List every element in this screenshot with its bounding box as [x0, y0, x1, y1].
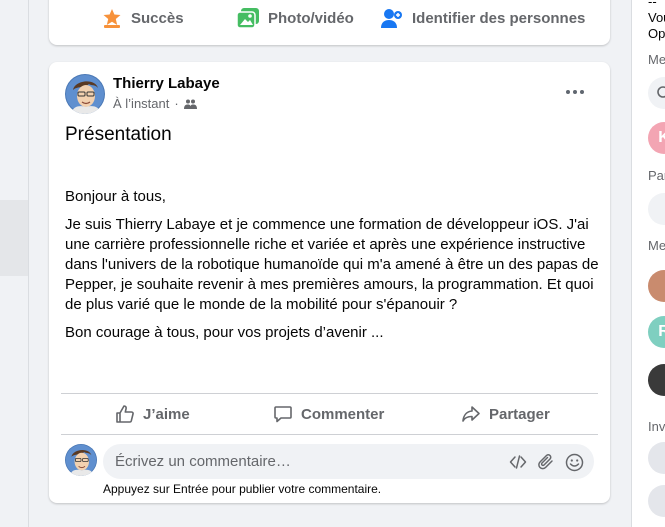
- avatar-illustration-icon: [65, 444, 97, 476]
- member-avatar[interactable]: [648, 442, 665, 474]
- post-paragraph: Je suis Thierry Labaye et je commence un…: [65, 216, 599, 313]
- right-section-label: Me: [648, 52, 665, 67]
- photo-video-button[interactable]: Photo/vidéo: [236, 4, 354, 32]
- more-dot-icon: [566, 90, 570, 94]
- comment-label: Commenter: [301, 405, 385, 423]
- like-button[interactable]: J’aime: [115, 400, 190, 428]
- comment-box: [103, 444, 594, 479]
- tag-people-button[interactable]: Identifier des personnes: [380, 4, 585, 32]
- post-title: Présentation: [65, 124, 172, 145]
- code-icon[interactable]: [508, 452, 528, 472]
- divider: [61, 434, 598, 435]
- share-icon: [462, 406, 480, 422]
- composer-card: Succès Photo/vidéo Identifier des person…: [49, 0, 610, 45]
- member-avatar[interactable]: [648, 193, 665, 225]
- member-avatar[interactable]: [648, 485, 665, 517]
- right-column: -- Vou Op Me K Par Me R Inv: [631, 0, 665, 527]
- commenter-avatar[interactable]: [65, 444, 97, 476]
- right-text-line: Op: [648, 26, 665, 41]
- avatar-illustration-icon: [65, 74, 105, 114]
- emoji-icon[interactable]: [564, 452, 584, 472]
- divider: [61, 393, 598, 394]
- right-section-label: Inv: [648, 419, 665, 434]
- tag-people-icon: [381, 9, 402, 28]
- member-avatar[interactable]: R: [648, 316, 665, 348]
- more-options-button[interactable]: [559, 78, 591, 106]
- meta-separator: ·: [174, 96, 179, 111]
- member-avatar[interactable]: K: [648, 122, 665, 154]
- more-dot-icon: [573, 90, 577, 94]
- comment-hint: Appuyez sur Entrée pour publier votre co…: [103, 482, 382, 496]
- author-avatar[interactable]: [65, 74, 105, 114]
- attachment-icon[interactable]: [536, 452, 556, 472]
- share-label: Partager: [489, 405, 550, 423]
- author-name[interactable]: Thierry Labaye: [113, 75, 220, 92]
- member-avatar[interactable]: [648, 364, 665, 396]
- search-icon: [657, 86, 665, 98]
- right-text-line: Vou: [648, 10, 665, 25]
- post-body: Bonjour à tous, Je suis Thierry Labaye e…: [65, 187, 600, 351]
- share-button[interactable]: Partager: [461, 400, 550, 428]
- left-divider: [28, 0, 29, 527]
- comment-icon: [274, 406, 292, 423]
- search-button[interactable]: [648, 77, 665, 109]
- left-edge: [0, 0, 29, 527]
- comment-button[interactable]: Commenter: [273, 400, 384, 428]
- right-text-line: --: [648, 0, 657, 9]
- success-button[interactable]: Succès: [101, 4, 184, 32]
- post-card: Thierry Labaye À l’instant · Présentatio…: [49, 62, 610, 503]
- success-label: Succès: [131, 9, 184, 27]
- thumbs-up-icon: [116, 405, 134, 423]
- photo-video-label: Photo/vidéo: [268, 9, 354, 27]
- right-section-label: Me: [648, 238, 665, 253]
- member-avatar[interactable]: [648, 270, 665, 302]
- post-paragraph: Bon courage à tous, pour vos projets d’a…: [65, 324, 384, 341]
- more-dot-icon: [580, 90, 584, 94]
- post-meta: À l’instant ·: [113, 96, 197, 111]
- right-section-label: Par: [648, 168, 665, 183]
- post-time[interactable]: À l’instant: [113, 96, 169, 111]
- like-label: J’aime: [143, 405, 190, 423]
- group-audience-icon[interactable]: [183, 98, 197, 110]
- trophy-icon: [103, 9, 121, 28]
- tag-people-label: Identifier des personnes: [412, 9, 586, 27]
- left-gray-block: [0, 200, 28, 276]
- post-paragraph: Bonjour à tous,: [65, 188, 166, 205]
- photo-icon: [236, 8, 259, 29]
- comment-input[interactable]: [115, 453, 495, 470]
